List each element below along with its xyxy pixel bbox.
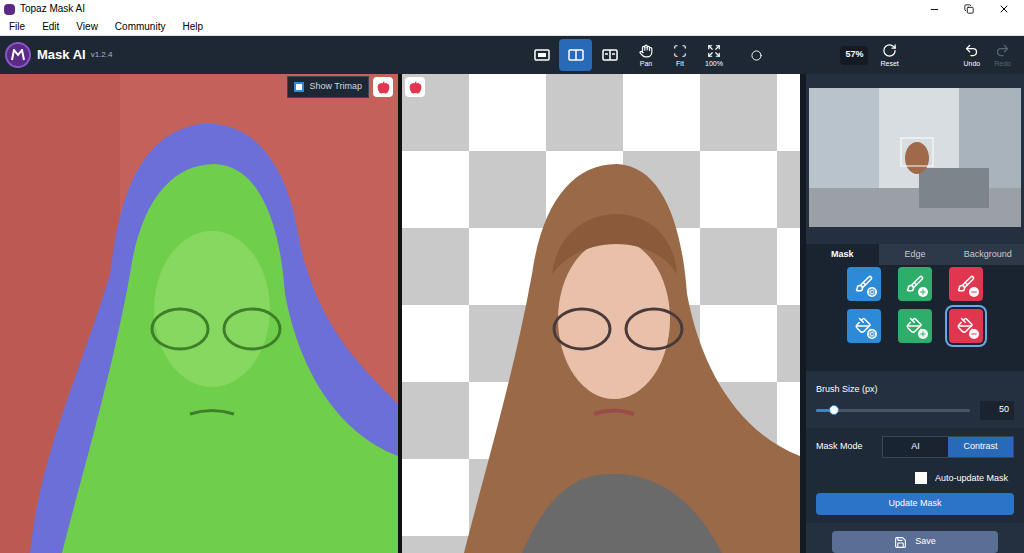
brush-tool-button[interactable]: [847, 267, 881, 301]
brush-tool-button[interactable]: [949, 267, 983, 301]
restore-icon[interactable]: [964, 4, 974, 14]
result-canvas[interactable]: [402, 74, 800, 553]
fit-icon: [673, 44, 687, 58]
brush-tool-button[interactable]: [898, 267, 932, 301]
sidebar: MaskEdgeBackground Brush Size (px) 50 Mask …: [806, 74, 1024, 553]
zoom-field[interactable]: 57%: [840, 46, 868, 65]
mask-mode-option[interactable]: AI: [883, 437, 948, 457]
badge-icon: [918, 329, 928, 339]
app-logo-icon: [4, 4, 15, 15]
save-icon: [894, 536, 907, 549]
trimap-photo: [0, 74, 398, 553]
brush-tool-button[interactable]: [898, 309, 932, 343]
apple-icon[interactable]: [373, 77, 393, 97]
menu-bar: File Edit View Community Help: [0, 18, 1024, 36]
window-title: Topaz Mask AI: [20, 4, 85, 14]
minimize-icon[interactable]: [929, 4, 940, 15]
expand-icon: [707, 44, 721, 58]
reset-button[interactable]: Reset: [880, 43, 898, 67]
badge-icon: [867, 287, 877, 297]
show-trimap-checkbox[interactable]: [294, 82, 304, 92]
view-mode-button[interactable]: [525, 39, 558, 71]
badge-icon: [867, 329, 877, 339]
badge-icon: [918, 287, 928, 297]
workspace: Show Trimap MaskEdgeBackground Brush Size …: [0, 74, 1024, 553]
redo-icon: [995, 43, 1010, 58]
view-mode-button[interactable]: [593, 39, 626, 71]
sidebar-tab[interactable]: Background: [951, 244, 1024, 265]
undo-icon: [964, 43, 979, 58]
brush-tool-button[interactable]: [847, 309, 881, 343]
update-mask-button[interactable]: Update Mask: [816, 493, 1014, 515]
result-photo: [402, 74, 800, 553]
menu-item[interactable]: Help: [182, 22, 203, 32]
trimap-canvas[interactable]: Show Trimap: [0, 74, 398, 553]
menu-item[interactable]: Community: [115, 22, 166, 32]
save-button[interactable]: Save: [832, 531, 998, 553]
undo-button[interactable]: Undo: [964, 43, 981, 67]
app-version: v1.2.4: [91, 49, 113, 61]
show-trimap-button[interactable]: Show Trimap: [287, 76, 369, 98]
view-mode-button[interactable]: [559, 39, 592, 71]
single-view-icon: [534, 49, 550, 61]
menu-item[interactable]: Edit: [42, 22, 59, 32]
side-view-icon: [602, 49, 618, 61]
hand-icon: [639, 44, 653, 58]
toolbar: Mask AI v1.2.4 Pan Fit 100% 57% Reset Undo Redo: [0, 36, 1024, 74]
logo-icon: [5, 42, 31, 68]
badge-icon: [969, 329, 979, 339]
navigator-thumbnail[interactable]: [809, 88, 1021, 227]
mask-mode-label: Mask Mode: [816, 440, 882, 454]
redo-button[interactable]: Redo: [994, 43, 1011, 67]
menu-item[interactable]: View: [76, 22, 98, 32]
menu-item[interactable]: File: [9, 22, 25, 32]
app-window: Topaz Mask AI File Edit View Community Help Ma…: [0, 0, 1024, 553]
close-icon[interactable]: [998, 3, 1010, 15]
brush-size-label: Brush Size (px): [816, 384, 878, 394]
title-bar: Topaz Mask AI: [0, 0, 1024, 18]
slider-thumb[interactable]: [829, 405, 839, 415]
sidebar-tab[interactable]: Edge: [879, 244, 952, 265]
brush-tools: [806, 265, 1024, 351]
tool-button[interactable]: 100%: [700, 44, 727, 67]
reset-icon: [882, 43, 897, 58]
auto-update-checkbox[interactable]: [915, 472, 927, 484]
brush-size-slider[interactable]: [816, 409, 970, 412]
brush-size-field[interactable]: 50: [980, 401, 1014, 420]
tool-button[interactable]: Fit: [666, 44, 693, 67]
apple-icon[interactable]: [405, 77, 425, 97]
tool-button[interactable]: Pan: [632, 44, 659, 67]
brush-tool-button[interactable]: [949, 309, 983, 343]
badge-icon: [969, 287, 979, 297]
split-view-icon: [568, 49, 584, 61]
app-name: Mask AI: [37, 45, 86, 65]
brush-preview-icon[interactable]: [751, 50, 762, 61]
mask-mode-option[interactable]: Contrast: [948, 437, 1013, 457]
sidebar-tab[interactable]: Mask: [806, 244, 879, 265]
